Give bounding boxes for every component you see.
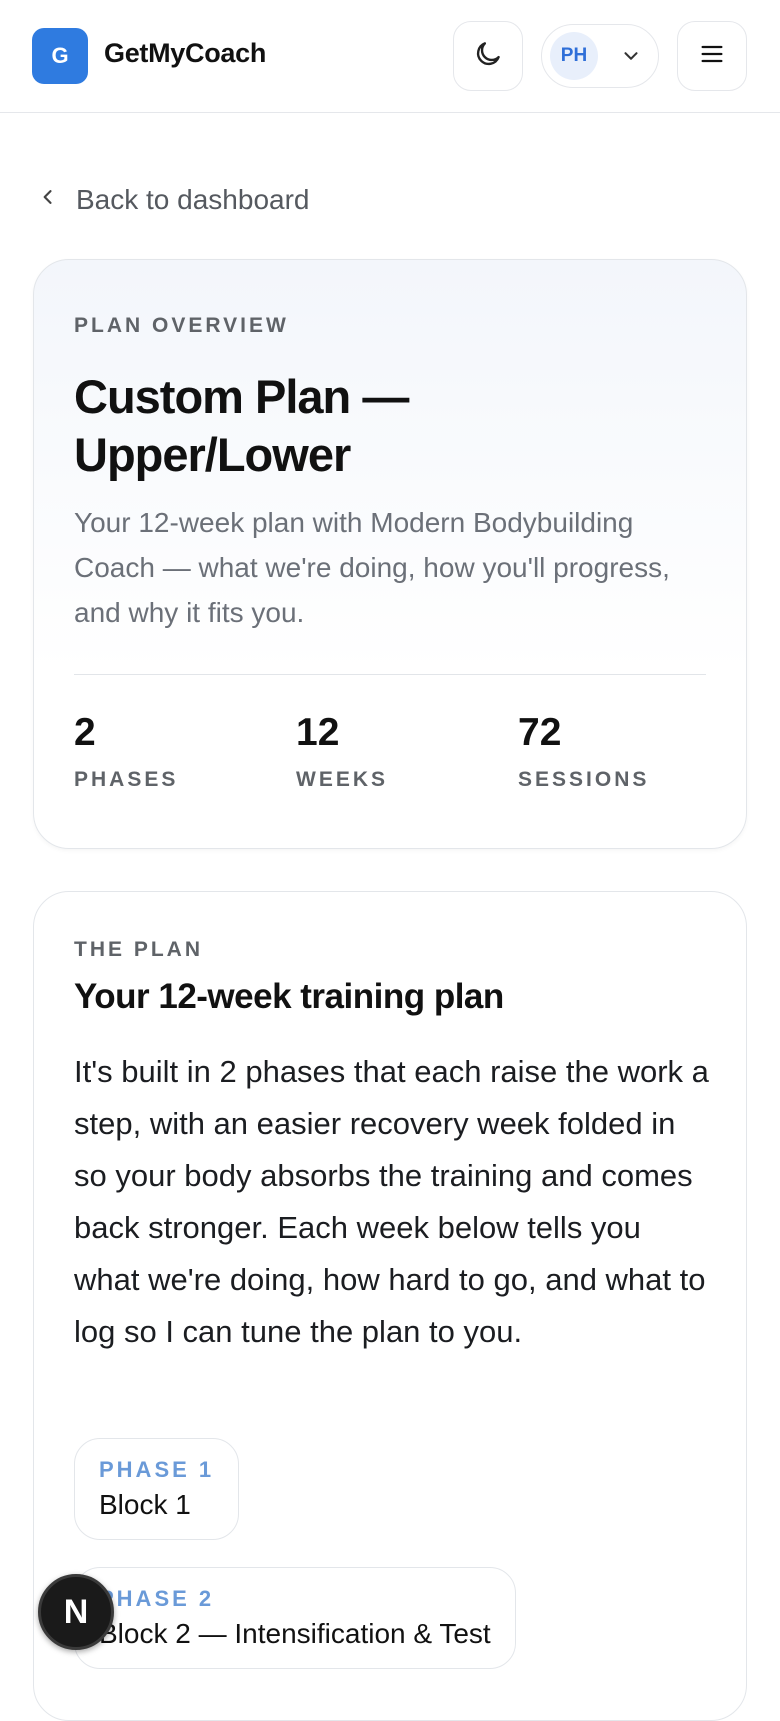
main-menu-button[interactable] [677, 21, 747, 91]
stat-phases: 2 PHASES [74, 710, 178, 792]
plan-section-title: Your 12-week training plan [74, 977, 504, 1016]
phase-label: PHASE 2 [99, 1586, 215, 1611]
dev-tools-badge[interactable]: N [38, 1574, 114, 1650]
top-navigation-bar: G GetMyCoach PH [0, 0, 780, 113]
overview-eyebrow: PLAN OVERVIEW [74, 314, 289, 337]
plan-description: Your 12-week plan with Modern Bodybuildi… [74, 507, 670, 628]
stat-sessions: 72 SESSIONS [518, 710, 649, 792]
stat-value: 72 [518, 711, 562, 754]
stat-label: WEEKS [296, 768, 389, 791]
phase-label: PHASE 1 [99, 1457, 215, 1482]
app-logo[interactable]: G [32, 28, 88, 84]
stat-weeks: 12 WEEKS [296, 710, 388, 792]
stat-value: 2 [74, 711, 96, 754]
theme-toggle-button[interactable] [453, 21, 523, 91]
back-link-label: Back to dashboard [76, 184, 310, 215]
brand-name[interactable]: GetMyCoach [104, 38, 266, 69]
hamburger-menu-icon [698, 40, 726, 73]
phase-chip-2[interactable]: PHASE 2 Block 2 — Intensification & Test [74, 1567, 516, 1669]
plan-eyebrow: THE PLAN [74, 938, 203, 961]
plan-body-text: It's built in 2 phases that each raise t… [74, 1054, 709, 1349]
plan-title: Custom Plan — Upper/Lower [74, 370, 409, 481]
the-plan-card: THE PLAN Your 12-week training plan It's… [33, 891, 747, 1721]
chevron-left-icon [38, 184, 58, 216]
phase-name: Block 2 — Intensification & Test [99, 1618, 491, 1649]
plan-overview-card: PLAN OVERVIEW Custom Plan — Upper/Lower … [33, 259, 747, 849]
stat-value: 12 [296, 711, 340, 754]
moon-icon [473, 39, 503, 74]
divider [74, 674, 706, 675]
back-to-dashboard-link[interactable]: Back to dashboard [38, 180, 310, 220]
phase-name: Block 1 [99, 1489, 191, 1520]
avatar: PH [550, 32, 598, 80]
phase-chip-1[interactable]: PHASE 1 Block 1 [74, 1438, 240, 1540]
user-menu-button[interactable]: PH [541, 24, 659, 88]
chevron-down-icon [620, 45, 642, 72]
stat-label: PHASES [74, 768, 179, 791]
stat-label: SESSIONS [518, 768, 650, 791]
